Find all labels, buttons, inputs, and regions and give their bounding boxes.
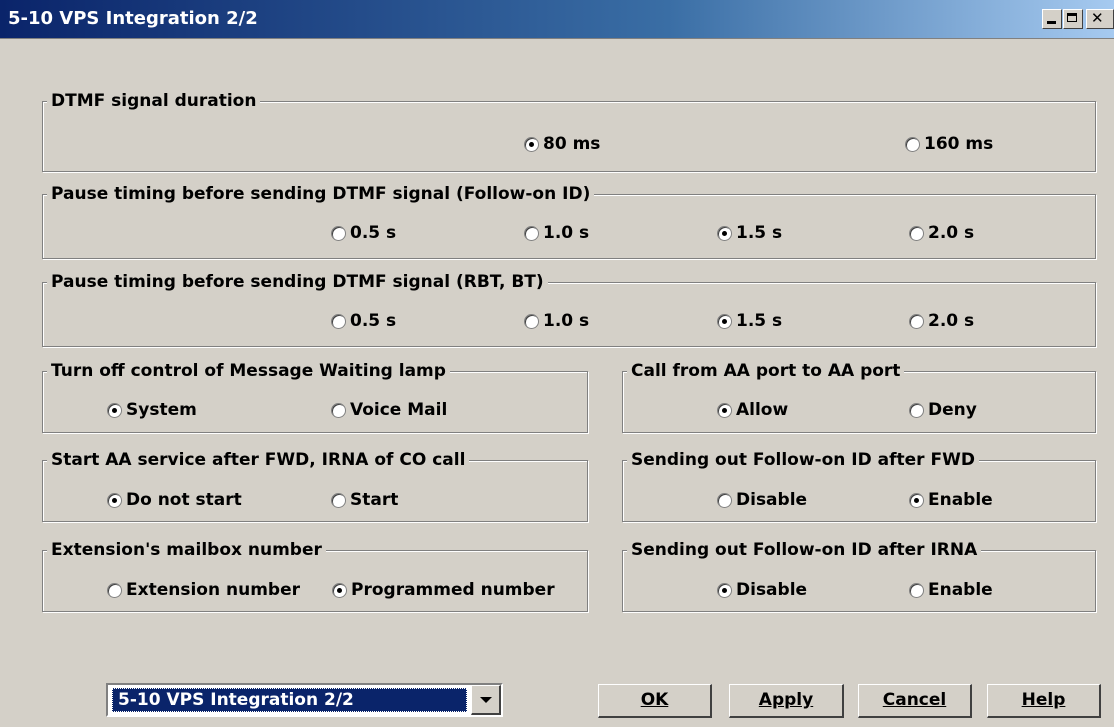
radio-label: Do not start [126, 490, 242, 510]
radio-unchecked-icon [331, 313, 346, 329]
radio-checked-icon [717, 582, 732, 598]
radio-label: 0.5 s [350, 223, 397, 243]
radio-1-5s[interactable]: 1.5 s [717, 223, 782, 243]
radio-label: 1.5 s [736, 223, 783, 243]
radio-extension-number[interactable]: Extension number [107, 580, 300, 600]
radio-unchecked-icon [909, 582, 924, 598]
group-follow-on-fwd: Sending out Follow-on ID after FWD Disab… [622, 449, 1096, 522]
group-label: DTMF signal duration [47, 90, 261, 112]
page-select-value: 5-10 VPS Integration 2/2 [112, 688, 467, 712]
radio-unchecked-icon [905, 136, 920, 152]
maximize-icon[interactable] [1063, 9, 1083, 29]
group-mw-lamp: Turn off control of Message Waiting lamp… [42, 360, 588, 433]
radio-disable[interactable]: Disable [717, 580, 807, 600]
cancel-button[interactable]: Cancel [858, 684, 972, 718]
radio-80ms[interactable]: 80 ms [524, 134, 600, 154]
radio-label: 0.5 s [350, 311, 397, 331]
radio-unchecked-icon [331, 225, 346, 241]
radio-label: Programmed number [351, 580, 555, 600]
radio-start[interactable]: Start [331, 490, 398, 510]
group-label: Start AA service after FWD, IRNA of CO c… [47, 449, 470, 471]
radio-label: Start [350, 490, 399, 510]
radio-label: Disable [736, 580, 808, 600]
group-label: Sending out Follow-on ID after IRNA [627, 539, 982, 561]
group-label: Extension's mailbox number [47, 539, 326, 561]
radio-2-0s[interactable]: 2.0 s [909, 223, 974, 243]
radio-voice-mail[interactable]: Voice Mail [331, 400, 447, 420]
group-dtmf-duration: DTMF signal duration 80 ms 160 ms [42, 90, 1096, 172]
radio-unchecked-icon [524, 225, 539, 241]
radio-checked-icon [717, 225, 732, 241]
radio-160ms[interactable]: 160 ms [905, 134, 993, 154]
radio-label: Disable [736, 490, 808, 510]
radio-deny[interactable]: Deny [909, 400, 977, 420]
radio-0-5s[interactable]: 0.5 s [331, 311, 396, 331]
group-label: Pause timing before sending DTMF signal … [47, 183, 595, 205]
radio-unchecked-icon [717, 492, 732, 508]
radio-label: Voice Mail [350, 400, 448, 420]
group-label: Sending out Follow-on ID after FWD [627, 449, 979, 471]
radio-enable[interactable]: Enable [909, 580, 993, 600]
ok-button[interactable]: OK [598, 684, 712, 718]
close-icon[interactable] [1086, 9, 1114, 29]
radio-checked-icon [717, 402, 732, 418]
radio-checked-icon [909, 492, 924, 508]
title-bar: 5-10 VPS Integration 2/2 [0, 0, 1114, 39]
radio-label: Allow [736, 400, 789, 420]
apply-button[interactable]: Apply [729, 684, 844, 718]
chevron-down-icon[interactable] [471, 685, 501, 715]
radio-label: Extension number [126, 580, 300, 600]
radio-programmed-number[interactable]: Programmed number [332, 580, 555, 600]
radio-checked-icon [717, 313, 732, 329]
radio-label: 2.0 s [928, 311, 975, 331]
group-label: Call from AA port to AA port [627, 360, 905, 382]
radio-checked-icon [107, 492, 122, 508]
radio-label: Enable [928, 490, 993, 510]
radio-label: 2.0 s [928, 223, 975, 243]
radio-enable[interactable]: Enable [909, 490, 993, 510]
radio-unchecked-icon [909, 313, 924, 329]
radio-do-not-start[interactable]: Do not start [107, 490, 242, 510]
radio-label: Deny [928, 400, 977, 420]
group-follow-on-irna: Sending out Follow-on ID after IRNA Disa… [622, 539, 1096, 612]
radio-1-5s[interactable]: 1.5 s [717, 311, 782, 331]
group-start-aa: Start AA service after FWD, IRNA of CO c… [42, 449, 588, 522]
group-mailbox-number: Extension's mailbox number Extension num… [42, 539, 588, 612]
minimize-icon[interactable] [1042, 9, 1062, 29]
radio-system[interactable]: System [107, 400, 197, 420]
radio-unchecked-icon [909, 402, 924, 418]
radio-label: 1.0 s [543, 311, 590, 331]
radio-1-0s[interactable]: 1.0 s [524, 311, 589, 331]
radio-unchecked-icon [331, 492, 346, 508]
radio-unchecked-icon [107, 582, 122, 598]
radio-unchecked-icon [909, 225, 924, 241]
radio-checked-icon [107, 402, 122, 418]
radio-2-0s[interactable]: 2.0 s [909, 311, 974, 331]
group-label: Pause timing before sending DTMF signal … [47, 271, 548, 293]
radio-label: Enable [928, 580, 993, 600]
radio-allow[interactable]: Allow [717, 400, 788, 420]
group-pause-rbt-bt: Pause timing before sending DTMF signal … [42, 271, 1096, 347]
radio-label: 160 ms [924, 134, 994, 154]
radio-label: 80 ms [543, 134, 601, 154]
group-aa-to-aa: Call from AA port to AA port Allow Deny [622, 360, 1096, 433]
radio-label: 1.5 s [736, 311, 783, 331]
radio-label: System [126, 400, 197, 420]
group-pause-follow-on: Pause timing before sending DTMF signal … [42, 183, 1096, 259]
radio-0-5s[interactable]: 0.5 s [331, 223, 396, 243]
radio-checked-icon [524, 136, 539, 152]
window-title: 5-10 VPS Integration 2/2 [8, 8, 258, 29]
radio-checked-icon [332, 582, 347, 598]
page-select-dropdown[interactable]: 5-10 VPS Integration 2/2 [106, 683, 503, 717]
radio-label: 1.0 s [543, 223, 590, 243]
group-label: Turn off control of Message Waiting lamp [47, 360, 450, 382]
help-button[interactable]: Help [987, 684, 1101, 718]
radio-unchecked-icon [524, 313, 539, 329]
radio-1-0s[interactable]: 1.0 s [524, 223, 589, 243]
radio-unchecked-icon [331, 402, 346, 418]
radio-disable[interactable]: Disable [717, 490, 807, 510]
